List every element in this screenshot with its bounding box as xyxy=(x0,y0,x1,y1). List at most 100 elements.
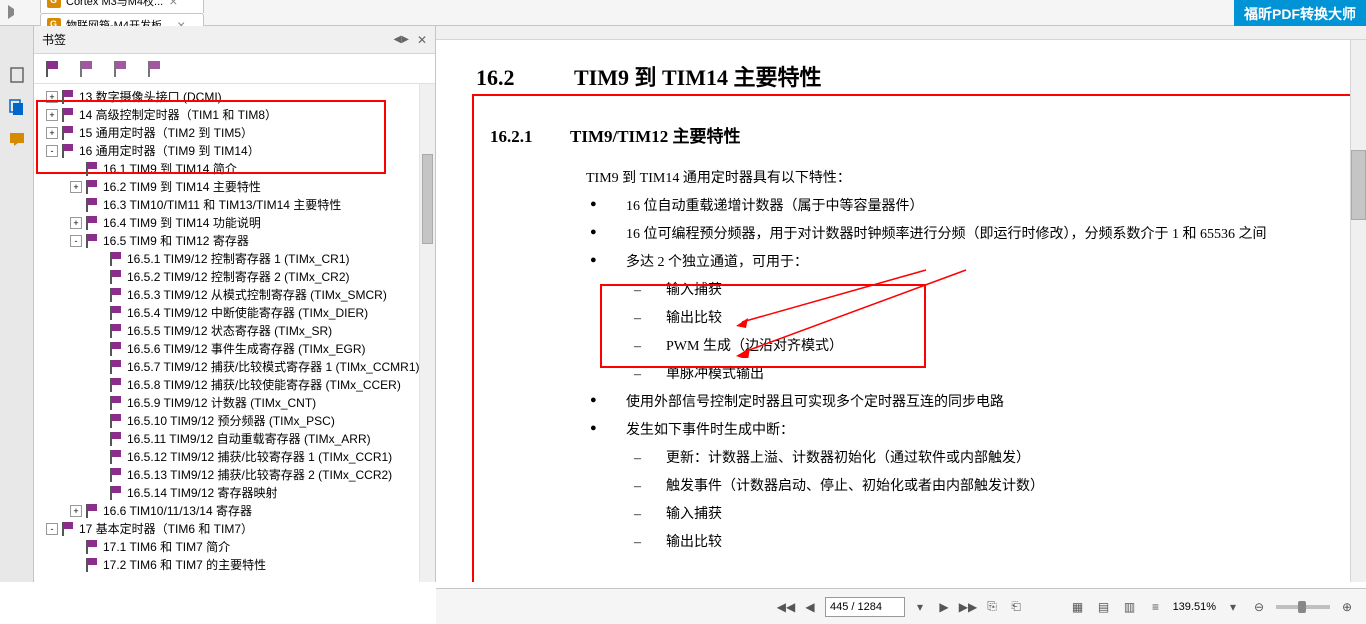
bookmark-scrollbar-thumb[interactable] xyxy=(422,154,433,244)
expand-icon[interactable]: + xyxy=(70,181,82,193)
view-mode-icon-3[interactable]: ▥ xyxy=(1121,598,1139,616)
nav-tool-icon-1[interactable]: ⎘ xyxy=(983,598,1001,616)
bookmark-item[interactable]: 16.5.2 TIM9/12 控制寄存器 2 (TIMx_CR2) xyxy=(36,268,433,286)
bookmark-item[interactable]: 16.5.13 TIM9/12 捕获/比较寄存器 2 (TIMx_CCR2) xyxy=(36,466,433,484)
bookmark-label: 16.1 TIM9 到 TIM14 简介 xyxy=(103,160,237,178)
bookmark-item[interactable]: 16.5.11 TIM9/12 自动重载寄存器 (TIMx_ARR) xyxy=(36,430,433,448)
bookmark-item[interactable]: 16.5.12 TIM9/12 捕获/比较寄存器 1 (TIMx_CCR1) xyxy=(36,448,433,466)
bookmark-item[interactable]: 16.5.10 TIM9/12 预分频器 (TIMx_PSC) xyxy=(36,412,433,430)
nav-tool-icon-2[interactable]: ⎗ xyxy=(1007,598,1025,616)
last-page-icon[interactable]: ▶▶ xyxy=(959,598,977,616)
brand-banner[interactable]: 福昕PDF转换大师 xyxy=(1234,0,1366,26)
bookmark-tool-icon-2[interactable] xyxy=(114,61,128,77)
close-icon[interactable]: × xyxy=(169,0,177,8)
bookmark-item[interactable]: 16.5.9 TIM9/12 计数器 (TIMx_CNT) xyxy=(36,394,433,412)
bookmark-item[interactable]: 16.5.5 TIM9/12 状态寄存器 (TIMx_SR) xyxy=(36,322,433,340)
view-mode-icon-2[interactable]: ▤ xyxy=(1095,598,1113,616)
bookmark-item[interactable]: 16.5.1 TIM9/12 控制寄存器 1 (TIMx_CR1) xyxy=(36,250,433,268)
left-icon-strip xyxy=(0,26,34,582)
bookmark-panel: 书签 ◀▶ ✕ +13 数字摄像头接口 (DCMI)+14 高级控制定时器（TI… xyxy=(34,26,436,582)
tab-label: Cortex M3与M4权... xyxy=(66,0,163,9)
bookmark-label: 16.5.9 TIM9/12 计数器 (TIMx_CNT) xyxy=(127,394,316,412)
bookmark-item[interactable]: 16.5.3 TIM9/12 从模式控制寄存器 (TIMx_SMCR) xyxy=(36,286,433,304)
view-mode-icon-1[interactable]: ▦ xyxy=(1069,598,1087,616)
bookmark-label: 16.5.5 TIM9/12 状态寄存器 (TIMx_SR) xyxy=(127,322,332,340)
bookmark-flag-icon xyxy=(110,378,122,392)
bookmark-item[interactable]: - 16.5 TIM9 和 TIM12 寄存器 xyxy=(36,232,433,250)
bookmark-flag-icon xyxy=(110,396,122,410)
tree-spacer xyxy=(94,487,106,499)
pages-panel-icon[interactable] xyxy=(6,96,28,118)
bookmark-tool-icon[interactable] xyxy=(80,61,94,77)
next-page-icon[interactable]: ▶ xyxy=(935,598,953,616)
zoom-dropdown-icon[interactable]: ▾ xyxy=(1224,598,1242,616)
bookmark-flag-icon xyxy=(110,414,122,428)
bullet-item: 使用外部信号控制定时器且可实现多个定时器互连的同步电路 xyxy=(586,389,1326,417)
bookmark-tool-icon-3[interactable] xyxy=(148,61,162,77)
bookmark-item[interactable]: -16 通用定时器（TIM9 到 TIM14） xyxy=(36,142,433,160)
bookmark-item[interactable]: +16.4 TIM9 到 TIM14 功能说明 xyxy=(36,214,433,232)
comment-panel-icon[interactable] xyxy=(6,128,28,150)
bookmark-tree[interactable]: +13 数字摄像头接口 (DCMI)+14 高级控制定时器（TIM1 和 TIM… xyxy=(34,84,435,582)
bookmark-flag-icon xyxy=(110,306,122,320)
bookmark-item[interactable]: 16.5.14 TIM9/12 寄存器映射 xyxy=(36,484,433,502)
expand-icon[interactable]: + xyxy=(46,109,58,121)
bookmark-item[interactable]: 16.5.7 TIM9/12 捕获/比较模式寄存器 1 (TIMx_CCMR1) xyxy=(36,358,433,376)
bookmark-item[interactable]: +14 高级控制定时器（TIM1 和 TIM8） xyxy=(36,106,433,124)
panel-close-icon[interactable]: ✕ xyxy=(417,33,427,47)
view-mode-icon-4[interactable]: ≡ xyxy=(1147,598,1165,616)
bookmark-flag-icon xyxy=(86,504,98,518)
expand-icon[interactable]: + xyxy=(70,505,82,517)
bookmark-label: 16.5.6 TIM9/12 事件生成寄存器 (TIMx_EGR) xyxy=(127,340,366,358)
bookmark-item[interactable]: +15 通用定时器（TIM2 到 TIM5） xyxy=(36,124,433,142)
expand-icon[interactable]: + xyxy=(46,91,58,103)
bookmark-item[interactable]: 16.5.4 TIM9/12 中断使能寄存器 (TIMx_DIER) xyxy=(36,304,433,322)
bookmark-flag-icon xyxy=(110,324,122,338)
zoom-out-icon[interactable]: ⊖ xyxy=(1250,598,1268,616)
bullet-item: 发生如下事件时生成中断： xyxy=(586,417,1326,445)
bookmark-flag-icon xyxy=(110,432,122,446)
document-tab[interactable]: Cortex M3与M4权... × xyxy=(40,0,204,13)
expand-icon[interactable]: + xyxy=(46,127,58,139)
zoom-in-icon[interactable]: ⊕ xyxy=(1338,598,1356,616)
collapse-icon[interactable]: - xyxy=(70,235,82,247)
bookmark-item[interactable]: 17.2 TIM6 和 TIM7 的主要特性 xyxy=(36,556,433,574)
bookmark-item[interactable]: 16.3 TIM10/TIM11 和 TIM13/TIM14 主要特性 xyxy=(36,196,433,214)
tree-spacer xyxy=(94,289,106,301)
bookmark-flag-icon xyxy=(86,234,98,248)
bookmark-label: 15 通用定时器（TIM2 到 TIM5） xyxy=(79,124,253,142)
bookmark-item[interactable]: -17 基本定时器（TIM6 和 TIM7） xyxy=(36,520,433,538)
bookmark-scrollbar[interactable] xyxy=(419,84,435,582)
bookmark-item[interactable]: 16.1 TIM9 到 TIM14 简介 xyxy=(36,160,433,178)
bookmark-item[interactable]: 17.1 TIM6 和 TIM7 简介 xyxy=(36,538,433,556)
bookmark-flag-icon xyxy=(62,144,74,158)
bookmark-item[interactable]: +13 数字摄像头接口 (DCMI) xyxy=(36,88,433,106)
tree-spacer xyxy=(94,325,106,337)
page-scrollbar-thumb[interactable] xyxy=(1351,150,1366,220)
bullet-item: 多达 2 个独立通道，可用于： xyxy=(586,249,1326,277)
dash-item: 输入捕获 xyxy=(626,277,1326,305)
bookmark-item[interactable]: 16.5.8 TIM9/12 捕获/比较使能寄存器 (TIMx_CCER) xyxy=(36,376,433,394)
bookmark-label: 16.5.14 TIM9/12 寄存器映射 xyxy=(127,484,278,502)
first-page-icon[interactable]: ◀◀ xyxy=(777,598,795,616)
bookmark-add-icon[interactable] xyxy=(46,61,60,77)
expand-icon[interactable]: + xyxy=(70,217,82,229)
page-number-input[interactable] xyxy=(825,597,905,617)
prev-page-icon[interactable]: ◀ xyxy=(801,598,819,616)
bookmark-label: 16.4 TIM9 到 TIM14 功能说明 xyxy=(103,214,261,232)
bookmark-label: 16.5 TIM9 和 TIM12 寄存器 xyxy=(103,232,249,250)
page-scrollbar[interactable] xyxy=(1350,40,1366,582)
zoom-slider-thumb[interactable] xyxy=(1298,601,1306,613)
bookmark-item[interactable]: 16.5.6 TIM9/12 事件生成寄存器 (TIMx_EGR) xyxy=(36,340,433,358)
bookmark-panel-icon[interactable] xyxy=(6,64,28,86)
tree-spacer xyxy=(94,469,106,481)
collapse-icon[interactable]: - xyxy=(46,523,58,535)
tree-spacer xyxy=(70,559,82,571)
bookmark-item[interactable]: +16.6 TIM10/11/13/14 寄存器 xyxy=(36,502,433,520)
zoom-slider[interactable] xyxy=(1276,605,1330,609)
panel-collapse-icon[interactable]: ◀▶ xyxy=(394,34,409,45)
bookmark-flag-icon xyxy=(86,540,98,554)
page-dropdown-icon[interactable]: ▾ xyxy=(911,598,929,616)
bookmark-item[interactable]: +16.2 TIM9 到 TIM14 主要特性 xyxy=(36,178,433,196)
collapse-icon[interactable]: - xyxy=(46,145,58,157)
